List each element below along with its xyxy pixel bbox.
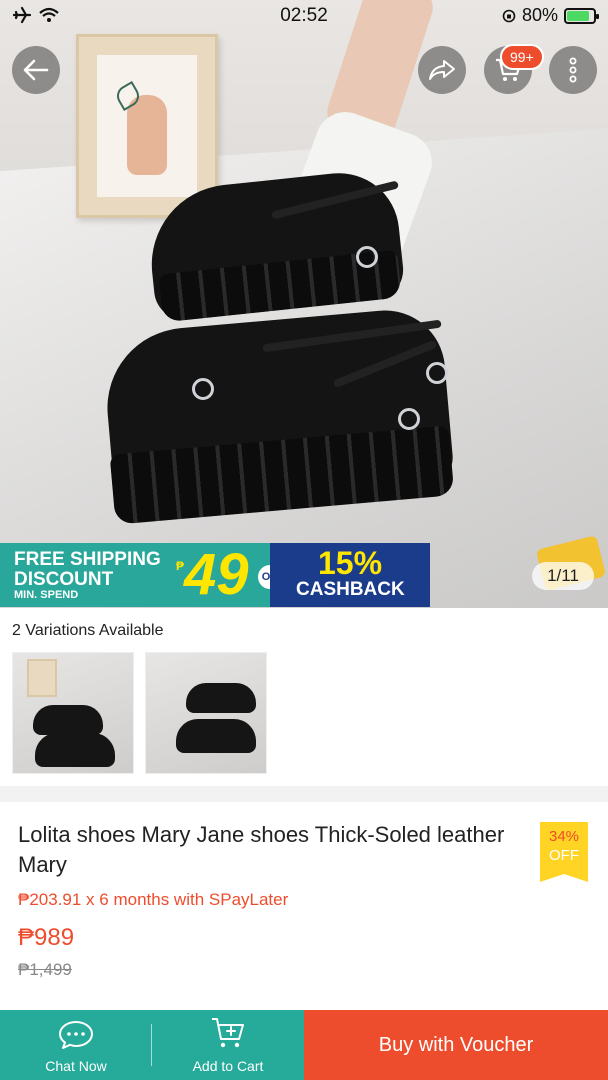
promo-line3: MIN. SPEND [14, 589, 79, 601]
heart-buckle-icon [398, 408, 420, 430]
chat-icon [59, 1021, 93, 1049]
variations-title: 2 Variations Available [12, 622, 164, 639]
chat-now-label: Chat Now [45, 1058, 107, 1074]
buy-with-voucher-button[interactable]: Buy with Voucher [304, 1010, 608, 1080]
discount-label: OFF [549, 847, 579, 864]
status-bar: 02:52 80% [0, 0, 608, 34]
back-button[interactable] [12, 46, 60, 94]
chat-now-button[interactable]: Chat Now [0, 1010, 152, 1080]
promo-line1: FREE SHIPPING [14, 549, 161, 570]
variations-section: 2 Variations Available [0, 608, 608, 786]
spaylater-installment[interactable]: ₱203.91 x 6 months with SPayLater [18, 890, 288, 910]
more-vertical-icon [569, 57, 577, 83]
add-to-cart-button[interactable]: Add to Cart [152, 1010, 304, 1080]
free-shipping-section: FREE SHIPPING DISCOUNT MIN. SPEND ₱ 49 O… [0, 542, 282, 607]
product-price: ₱989 [18, 924, 75, 951]
promo-currency: ₱ [176, 559, 185, 573]
variation-thumbnail[interactable] [145, 652, 267, 774]
cashback-percent: 15% [318, 545, 383, 581]
cashback-section: 15% CASHBACK [270, 543, 430, 607]
more-button[interactable] [549, 46, 597, 94]
bottom-action-bar: Chat Now Add to Cart Buy with Voucher [0, 1010, 608, 1080]
add-to-cart-icon [212, 1018, 244, 1048]
product-page: 02:52 80% 99+ FREE SHIPPING DISCOUNT MIN… [0, 0, 608, 1080]
product-info: Lolita shoes Mary Jane shoes Thick-Soled… [0, 802, 608, 1010]
image-counter: 1/11 [532, 562, 594, 590]
product-title: Lolita shoes Mary Jane shoes Thick-Soled… [18, 822, 505, 877]
bottom-left-actions: Chat Now Add to Cart [0, 1010, 304, 1080]
orientation-lock-icon [502, 9, 516, 22]
original-price: ₱1,499 [18, 960, 72, 979]
heart-buckle-icon [192, 378, 214, 400]
share-icon [429, 60, 455, 80]
cart-count-badge: 99+ [500, 44, 544, 70]
promo-line2: DISCOUNT [14, 569, 114, 590]
add-to-cart-label: Add to Cart [192, 1058, 264, 1074]
discount-percent: 34% [548, 828, 580, 845]
heart-buckle-icon [426, 362, 448, 384]
divider [151, 1024, 152, 1066]
discount-badge: 34% OFF [540, 822, 588, 882]
picture-frame [76, 34, 218, 218]
heart-buckle-icon [356, 246, 378, 268]
cashback-label: CASHBACK [296, 579, 405, 600]
variation-thumbnail[interactable] [12, 652, 134, 774]
promo-banner[interactable]: FREE SHIPPING DISCOUNT MIN. SPEND ₱ 49 O… [0, 543, 430, 607]
back-arrow-icon [23, 59, 49, 81]
share-button[interactable] [418, 46, 466, 94]
promo-amount: 49 [184, 542, 249, 607]
battery-percent: 80% [521, 5, 558, 25]
battery-icon [564, 7, 599, 24]
status-right: 80% [502, 5, 599, 26]
